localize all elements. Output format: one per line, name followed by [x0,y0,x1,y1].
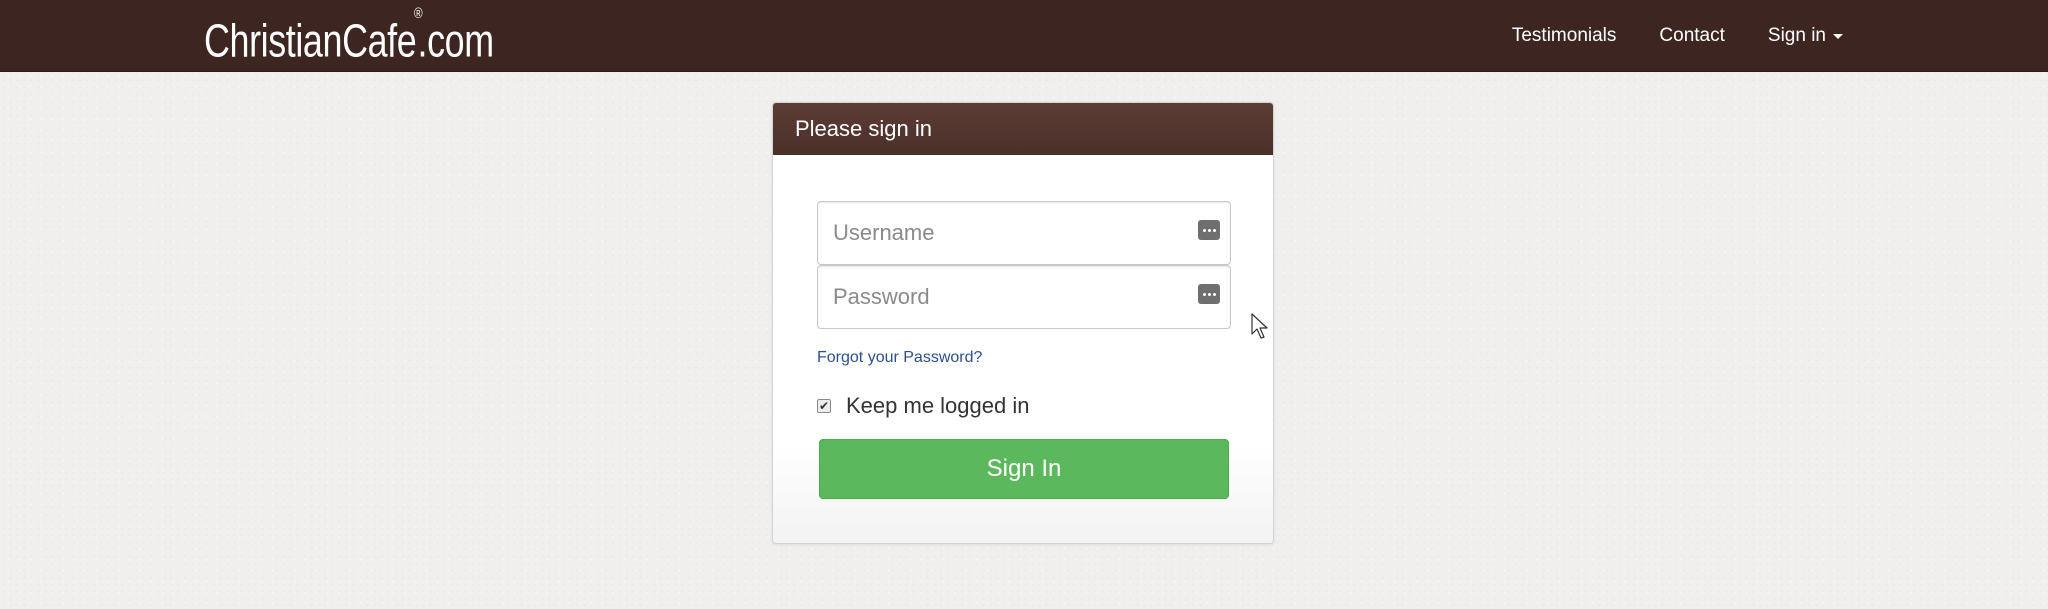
password-field[interactable] [817,265,1231,329]
username-field[interactable] [817,201,1231,265]
nav-contact[interactable]: Contact [1659,25,1724,47]
nav-sign-in-dropdown[interactable]: Sign in [1768,25,1843,47]
registered-mark: ® [413,5,423,22]
top-navbar: ChristianCafe®.com Testimonials Contact … [0,0,2048,72]
password-input[interactable] [818,266,1230,328]
brand-logo[interactable]: ChristianCafe®.com [204,5,494,68]
keep-logged-in-label[interactable]: Keep me logged in [846,393,1029,419]
checkmark-icon: ✔ [818,399,830,413]
forgot-password-link[interactable]: Forgot your Password? [817,349,982,367]
caret-down-icon [1833,33,1843,39]
login-panel: Please sign in Forgot your Password? ✔ K… [772,102,1274,544]
mouse-pointer-icon [1251,313,1268,339]
password-manager-icon[interactable] [1198,284,1220,304]
panel-heading: Please sign in [773,103,1273,155]
nav-links: Testimonials Contact Sign in [1469,0,1843,72]
keep-logged-in-checkbox[interactable]: ✔ [817,399,831,413]
username-input[interactable] [818,202,1230,264]
keep-logged-in-row: ✔ Keep me logged in [817,391,1029,421]
nav-testimonials[interactable]: Testimonials [1512,25,1617,47]
password-manager-icon[interactable] [1198,220,1220,240]
sign-in-button[interactable]: Sign In [819,439,1229,499]
